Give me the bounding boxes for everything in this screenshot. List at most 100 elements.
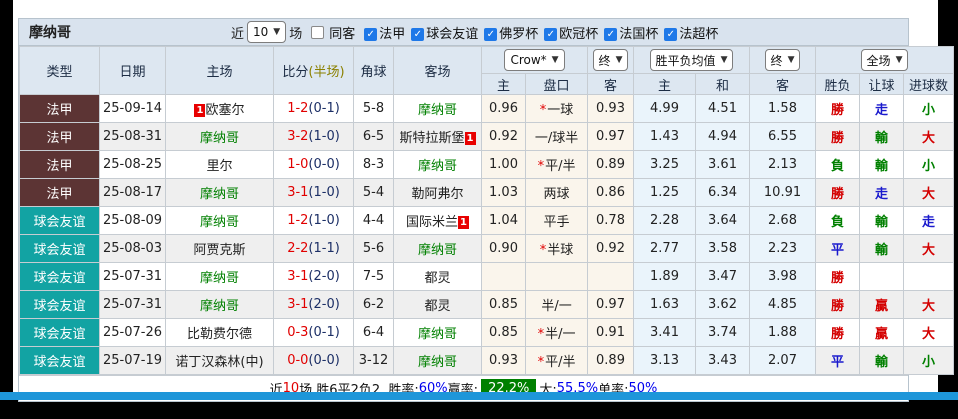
matches-table: 类型 日期 主场 比分(半场) 角球 客场 Crow*▼ 终▼ 胜平负均值▼ <box>19 46 954 375</box>
cell-ah-away-odds: 0.89 <box>588 151 634 179</box>
table-row: 法甲25-08-25里尔1-0(0-0)8-3摩纳哥1.00*平/半0.893.… <box>20 151 954 179</box>
cell-avg-away: 6.55 <box>750 123 816 151</box>
half-time-score: (2-0) <box>308 269 339 284</box>
chevron-down-icon: ▼ <box>552 55 559 65</box>
cell-home-team: 比勒费尔德 <box>166 319 274 347</box>
cell-goals-result <box>904 263 954 291</box>
bottom-accent-bar <box>0 392 958 400</box>
half-time-score: (1-0) <box>308 129 339 144</box>
league-filter-checkbox[interactable]: ✓ <box>364 28 377 41</box>
league-filter-checkbox[interactable]: ✓ <box>484 28 497 41</box>
cell-handicap-result: 輸 <box>860 347 904 375</box>
ah-line-text: 平手 <box>544 215 570 230</box>
odds-company-select[interactable]: Crow*▼ <box>504 49 564 71</box>
cell-away-team: 都灵 <box>394 263 482 291</box>
col-header-corners: 角球 <box>354 47 394 95</box>
games-suffix-label: 场 <box>289 23 302 42</box>
team-name: 比勒费尔德 <box>187 327 252 342</box>
games-count-select[interactable]: 10▼ <box>247 21 286 43</box>
cell-result: 勝 <box>816 179 860 207</box>
cell-match-type: 球会友谊 <box>20 207 100 235</box>
ah-line-text: 半球 <box>547 243 573 258</box>
half-time-score: (0-1) <box>308 325 339 340</box>
half-time-score: (0-0) <box>308 157 339 172</box>
cell-date: 25-09-14 <box>100 95 166 123</box>
cell-home-team: 摩纳哥 <box>166 123 274 151</box>
cell-goals-result: 走 <box>904 207 954 235</box>
scope-select[interactable]: 全场▼ <box>861 49 909 71</box>
cell-handicap-result: 輸 <box>860 123 904 151</box>
team-name: 摩纳哥 <box>418 159 457 174</box>
cell-corners: 4-4 <box>354 207 394 235</box>
cell-result: 勝 <box>816 263 860 291</box>
cell-score: 0-3(0-1) <box>274 319 354 347</box>
team-name: 摩纳哥 <box>418 327 457 342</box>
league-filter-checkbox[interactable]: ✓ <box>604 28 617 41</box>
league-filter-label: 球会友谊 <box>426 27 478 42</box>
same-away-checkbox[interactable] <box>311 26 324 39</box>
cell-goals-result: 大 <box>904 179 954 207</box>
table-row: 球会友谊25-08-03阿贾克斯2-2(1-1)5-6摩纳哥0.90*半球0.9… <box>20 235 954 263</box>
title-bar: 摩纳哥 近 10▼ 场 同客 ✓法甲✓球会友谊✓佛罗杯✓欧冠杯✓法国杯✓法超杯 <box>19 19 908 46</box>
cell-corners: 7-5 <box>354 263 394 291</box>
cell-avg-home: 1.25 <box>634 179 696 207</box>
cell-corners: 6-5 <box>354 123 394 151</box>
ah-line-text: 半/一 <box>541 299 571 314</box>
subcol-avg-home: 主 <box>634 74 696 95</box>
full-time-score: 0-3 <box>287 325 308 340</box>
cell-away-team: 摩纳哥 <box>394 95 482 123</box>
table-row: 球会友谊25-07-31摩纳哥3-1(2-0)7-5都灵1.893.473.98… <box>20 263 954 291</box>
cell-date: 25-08-25 <box>100 151 166 179</box>
ah-line-text: 一球 <box>547 103 573 118</box>
league-filter-checkbox[interactable]: ✓ <box>411 28 424 41</box>
cell-ah-away-odds: 0.86 <box>588 179 634 207</box>
star-mark: * <box>538 355 545 370</box>
cell-result: 負 <box>816 151 860 179</box>
subcol-ah-line: 盘口 <box>526 74 588 95</box>
avg-type-select[interactable]: 胜平负均值▼ <box>650 49 734 71</box>
cell-result: 平 <box>816 347 860 375</box>
odds-time-select[interactable]: 终▼ <box>593 49 629 71</box>
cell-result: 平 <box>816 235 860 263</box>
league-filter-checkbox[interactable]: ✓ <box>544 28 557 41</box>
cell-date: 25-08-09 <box>100 207 166 235</box>
cell-score: 1-0(0-0) <box>274 151 354 179</box>
league-filter-label: 法甲 <box>379 27 405 42</box>
full-time-score: 0-0 <box>287 353 308 368</box>
avg-time-select[interactable]: 终▼ <box>765 49 801 71</box>
cell-ah-away-odds: 0.97 <box>588 123 634 151</box>
cell-ah-line: 两球 <box>526 179 588 207</box>
cell-ah-line: 平手 <box>526 207 588 235</box>
cell-away-team: 摩纳哥 <box>394 151 482 179</box>
league-filter-label: 欧冠杯 <box>559 27 598 42</box>
full-time-score: 1-2 <box>287 101 308 116</box>
chevron-down-icon: ▼ <box>721 55 728 65</box>
cell-goals-result: 小 <box>904 95 954 123</box>
ah-line-text: 两球 <box>544 187 570 202</box>
cell-avg-draw: 6.34 <box>696 179 750 207</box>
team-name: 阿贾克斯 <box>193 243 245 258</box>
cell-match-type: 法甲 <box>20 123 100 151</box>
odds-company-cell: Crow*▼ <box>482 47 588 74</box>
cell-away-team: 摩纳哥 <box>394 319 482 347</box>
full-time-score: 1-0 <box>287 157 308 172</box>
cell-avg-away: 3.98 <box>750 263 816 291</box>
full-time-score: 3-1 <box>287 297 308 312</box>
cell-ah-away-odds: 0.93 <box>588 95 634 123</box>
league-filter-checkbox[interactable]: ✓ <box>664 28 677 41</box>
cell-avg-away: 2.68 <box>750 207 816 235</box>
cell-avg-home: 3.25 <box>634 151 696 179</box>
cell-home-team: 诺丁汉森林(中) <box>166 347 274 375</box>
cell-score: 1-2(1-0) <box>274 207 354 235</box>
cell-score: 1-2(0-1) <box>274 95 354 123</box>
cell-match-type: 法甲 <box>20 95 100 123</box>
cell-avg-away: 1.58 <box>750 95 816 123</box>
cell-avg-draw: 3.74 <box>696 319 750 347</box>
cell-ah-line: *一球 <box>526 95 588 123</box>
same-away-label: 同客 <box>329 23 355 42</box>
subcol-avg-draw: 和 <box>696 74 750 95</box>
cell-avg-home: 2.28 <box>634 207 696 235</box>
ah-line-text: 半/一 <box>545 327 575 342</box>
cell-goals-result: 大 <box>904 235 954 263</box>
full-time-score: 2-2 <box>287 241 308 256</box>
